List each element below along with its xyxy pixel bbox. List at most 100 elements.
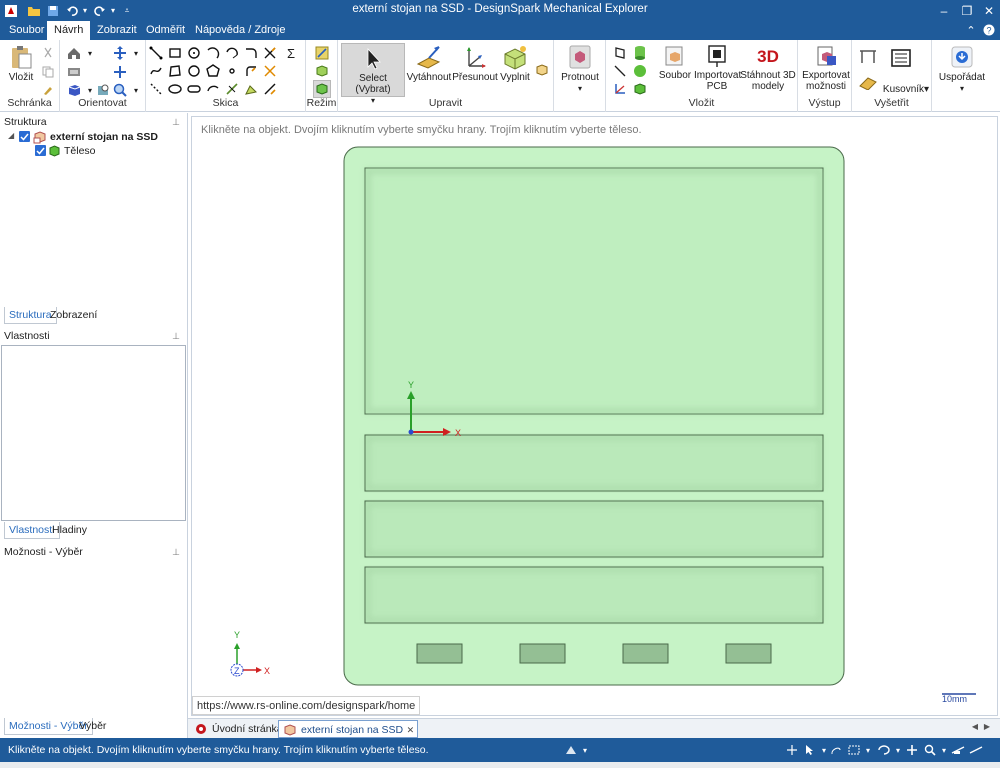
tab-display[interactable]: Zobrazení xyxy=(46,307,101,324)
copy-icon[interactable] xyxy=(40,64,56,80)
foot-2[interactable] xyxy=(519,643,566,664)
tab-layers[interactable]: Hladiny xyxy=(48,522,91,539)
tree-body-label[interactable]: Těleso xyxy=(64,145,96,157)
measure-icon[interactable] xyxy=(858,48,878,66)
construction-line-icon[interactable] xyxy=(148,81,164,97)
offset-icon[interactable] xyxy=(243,63,259,79)
section-mode-icon[interactable] xyxy=(314,63,330,79)
slot-1[interactable] xyxy=(364,434,824,492)
line-icon[interactable] xyxy=(148,45,164,61)
three-point-arc-icon[interactable] xyxy=(205,81,221,97)
move-button[interactable]: Přesunout xyxy=(452,44,498,83)
origin-icon[interactable] xyxy=(612,81,628,97)
circle-icon[interactable] xyxy=(186,45,202,61)
tab-help[interactable]: Nápověda / Zdroje xyxy=(188,21,293,40)
view-triad-icon[interactable]: Y X Z xyxy=(230,630,270,677)
save-icon[interactable] xyxy=(45,2,61,19)
restore-button[interactable]: ❐ xyxy=(956,0,978,21)
bom-button[interactable]: Kusovník▾ xyxy=(882,84,930,95)
sphere-icon[interactable] xyxy=(632,63,648,79)
shell-icon[interactable] xyxy=(534,62,550,78)
app-logo-icon[interactable] xyxy=(3,2,19,19)
slot-3[interactable] xyxy=(364,566,824,624)
rectangle-icon[interactable] xyxy=(167,45,183,61)
tab-scroll-left-icon[interactable]: ◀ xyxy=(972,722,978,731)
tab-design[interactable]: Návrh xyxy=(47,21,91,40)
split-line-icon[interactable] xyxy=(224,81,240,97)
import-pcb-button[interactable]: Importovat PCB xyxy=(694,44,741,92)
polygon-icon[interactable] xyxy=(167,63,183,79)
spline-icon[interactable] xyxy=(148,63,164,79)
minimize-button[interactable]: – xyxy=(933,0,955,21)
sweep-arc-icon[interactable] xyxy=(243,45,259,61)
3d-mode-icon[interactable] xyxy=(313,80,331,98)
arc-icon[interactable] xyxy=(205,45,221,61)
status-pan-icon[interactable] xyxy=(904,742,920,758)
format-painter-icon[interactable] xyxy=(40,82,56,98)
undo-dropdown-icon[interactable]: ▾ xyxy=(80,2,90,19)
3d-viewport[interactable]: Klikněte na objekt. Dvojím kliknutím vyb… xyxy=(191,116,998,716)
slot-2[interactable] xyxy=(364,500,824,558)
status-plane-icon[interactable] xyxy=(950,742,966,758)
select-button[interactable]: Select (Vybrat) ▾ xyxy=(341,43,405,105)
pin-icon[interactable]: ⊥ xyxy=(172,115,180,130)
pin-icon[interactable]: ⊥ xyxy=(172,329,180,344)
spin-dropdown-icon[interactable]: ▾ xyxy=(128,45,144,61)
body-checkbox[interactable] xyxy=(35,145,46,156)
tab-file[interactable]: Soubor xyxy=(2,21,51,40)
foot-1[interactable] xyxy=(416,643,463,664)
tree-root-label[interactable]: externí stojan na SSD xyxy=(50,131,158,143)
polygon-tool-icon[interactable] xyxy=(205,63,221,79)
lasso-icon[interactable] xyxy=(828,742,844,758)
foot-3[interactable] xyxy=(622,643,669,664)
root-checkbox[interactable] xyxy=(19,131,30,142)
slot-large[interactable] xyxy=(364,167,824,415)
doc-tab-active[interactable]: externí stojan na SSD ✕ xyxy=(278,720,419,739)
home-view-icon[interactable] xyxy=(66,45,82,61)
download-3d-button[interactable]: 3D Stáhnout 3D modely xyxy=(740,44,796,92)
axis-icon[interactable] xyxy=(612,63,628,79)
slot-icon[interactable] xyxy=(186,81,202,97)
pin-icon[interactable]: ⊥ xyxy=(172,545,180,560)
arrange-button[interactable]: Uspořádat ▾ xyxy=(936,44,988,94)
plane-icon[interactable] xyxy=(612,45,628,61)
close-tab-icon[interactable]: ✕ xyxy=(407,721,415,739)
pan-icon[interactable] xyxy=(112,64,128,80)
undo-icon[interactable] xyxy=(64,2,80,19)
tab-view[interactable]: Zobrazit xyxy=(90,21,144,40)
axis-snap-icon[interactable] xyxy=(784,742,800,758)
mirror-icon[interactable] xyxy=(262,81,278,97)
zoom-fit-icon[interactable] xyxy=(96,82,112,98)
fillet-icon[interactable] xyxy=(243,81,259,97)
home-dropdown-icon[interactable]: ▾ xyxy=(82,45,98,61)
tangent-arc-icon[interactable] xyxy=(224,45,240,61)
point-icon[interactable] xyxy=(224,63,240,79)
cut-icon[interactable] xyxy=(40,45,56,61)
foot-4[interactable] xyxy=(725,643,772,664)
three-point-circle-icon[interactable] xyxy=(186,63,202,79)
pull-button[interactable]: Vytáhnout xyxy=(406,44,452,83)
collapse-ribbon-icon[interactable]: ⌃ xyxy=(964,23,978,37)
help-icon[interactable]: ? xyxy=(982,23,996,37)
ellipse-icon[interactable] xyxy=(167,81,183,97)
box-icon[interactable] xyxy=(632,81,648,97)
paste-button[interactable]: Vložit xyxy=(4,44,38,83)
doc-tab-start[interactable]: Úvodní stránka xyxy=(190,720,287,738)
tab-scroll-right-icon[interactable]: ▶ xyxy=(984,722,990,731)
view-cube-icon[interactable] xyxy=(66,82,82,98)
fill-button[interactable]: Vyplnit xyxy=(496,44,534,83)
export-options-button[interactable]: Exportovat možnosti xyxy=(801,44,851,92)
url-tooltip[interactable]: https://www.rs-online.com/designspark/ho… xyxy=(192,696,421,715)
customize-toolbar-icon[interactable]: ⩡ xyxy=(122,2,132,19)
zoom-icon[interactable] xyxy=(112,82,128,98)
status-dropdown-icon[interactable]: ▾ xyxy=(577,742,593,758)
cylinder-icon[interactable] xyxy=(632,45,648,61)
equation-icon[interactable]: Σ xyxy=(283,45,299,61)
close-button[interactable]: ✕ xyxy=(978,0,1000,21)
check-geometry-icon[interactable] xyxy=(858,72,878,90)
spin-icon[interactable] xyxy=(112,45,128,61)
tab-selection[interactable]: Výběr xyxy=(75,718,110,735)
tree-expand-icon[interactable]: ◢ xyxy=(8,131,14,140)
open-icon[interactable] xyxy=(26,2,42,19)
plan-view-icon[interactable] xyxy=(66,64,82,80)
